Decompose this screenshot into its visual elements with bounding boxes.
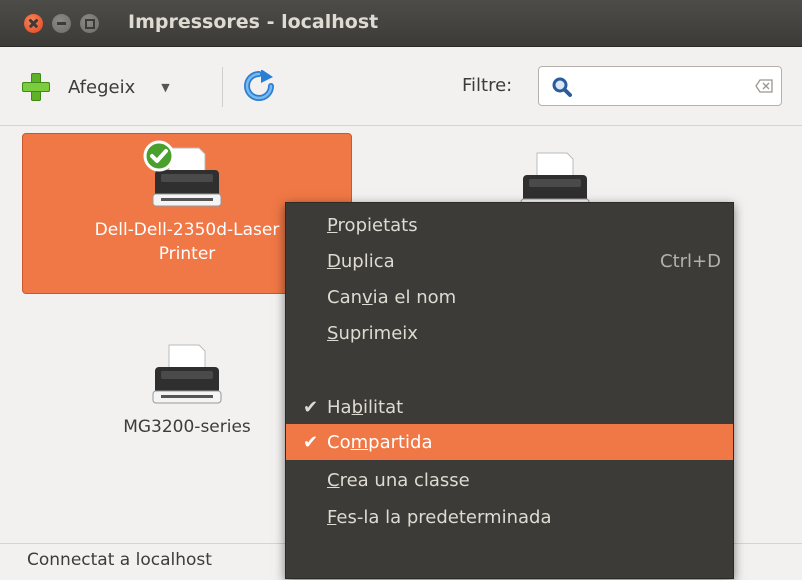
menu-item-create-class[interactable]: Crea una classe — [286, 462, 733, 498]
refresh-button[interactable] — [243, 69, 275, 107]
minimize-icon[interactable] — [52, 14, 71, 33]
menu-item-properties[interactable]: Propietats — [286, 207, 733, 243]
menu-item-label: Fes-la la predeterminada — [327, 507, 552, 528]
context-menu: Propietats Duplica Ctrl+D Canvia el nom … — [285, 202, 734, 579]
clear-icon[interactable] — [755, 79, 773, 93]
filter-input[interactable] — [583, 73, 737, 101]
menu-item-set-default[interactable]: Fes-la la predeterminada — [286, 499, 733, 535]
menu-item-duplicate[interactable]: Duplica Ctrl+D — [286, 243, 733, 279]
menu-item-rename[interactable]: Canvia el nom — [286, 279, 733, 315]
printer-icon — [152, 344, 222, 404]
toolbar-separator — [222, 67, 223, 107]
filter-field[interactable] — [538, 66, 782, 106]
title-bar: Impressores - localhost — [0, 0, 802, 47]
refresh-icon — [244, 69, 274, 101]
menu-item-shortcut: Ctrl+D — [660, 251, 721, 272]
menu-item-shared[interactable]: ✔ Compartida — [286, 424, 733, 460]
add-button[interactable]: Afegeix ▼ — [22, 73, 170, 101]
add-icon — [22, 73, 50, 101]
filter-label: Filtre: — [462, 75, 513, 96]
menu-item-delete[interactable]: Suprimeix — [286, 315, 733, 351]
dropdown-arrow-icon[interactable]: ▼ — [161, 81, 169, 94]
add-button-label: Afegeix — [68, 76, 136, 98]
status-text: Connectat a localhost — [27, 550, 212, 570]
close-icon[interactable] — [24, 14, 43, 33]
toolbar: Afegeix ▼ Filtre: — [0, 47, 802, 126]
search-icon — [552, 77, 572, 97]
menu-item-label: Habilitat — [327, 397, 404, 418]
menu-item-label: Suprimeix — [327, 323, 418, 344]
menu-item-label: Compartida — [327, 432, 433, 453]
menu-item-enabled[interactable]: ✔ Habilitat — [286, 389, 733, 425]
menu-item-label: Crea una classe — [327, 470, 470, 491]
default-check-icon — [143, 140, 175, 172]
menu-item-label: Canvia el nom — [327, 287, 457, 308]
check-icon: ✔ — [303, 397, 319, 418]
window-title: Impressores - localhost — [128, 11, 379, 33]
menu-item-label: Duplica — [327, 251, 395, 272]
menu-item-label: Propietats — [327, 215, 418, 236]
check-icon: ✔ — [303, 432, 319, 453]
maximize-icon[interactable] — [80, 14, 99, 33]
